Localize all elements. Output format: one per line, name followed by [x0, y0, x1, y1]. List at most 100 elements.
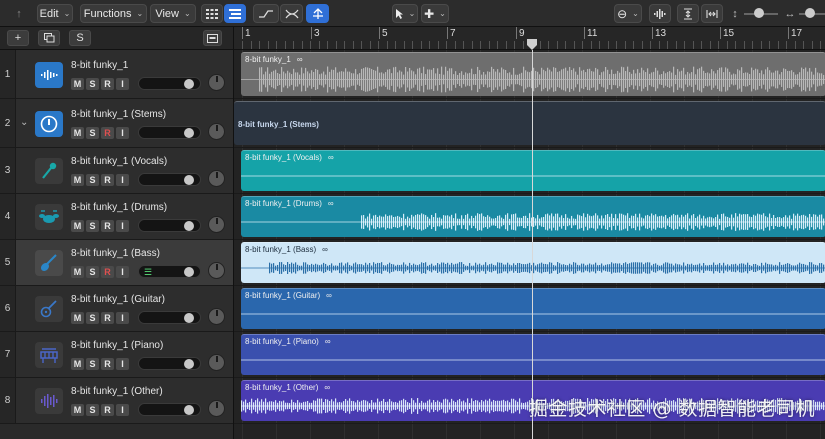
solo-button[interactable]: S	[86, 266, 99, 278]
track-header[interactable]: 1 8-bit funky_1 M S R I	[0, 50, 233, 99]
input-monitor-button[interactable]: I	[116, 266, 129, 278]
volume-fader[interactable]	[138, 173, 201, 186]
solo-button[interactable]: S	[86, 404, 99, 416]
waveform-zoom-icon[interactable]	[649, 4, 671, 23]
volume-fader[interactable]	[138, 219, 201, 232]
track-name[interactable]: 8-bit funky_1 (Piano)	[71, 340, 163, 351]
record-button[interactable]: R	[101, 77, 114, 90]
snap-menu-icon[interactable]: ⊖ ⌄	[614, 4, 642, 23]
input-monitor-button[interactable]: I	[116, 220, 129, 232]
record-button[interactable]: R	[101, 220, 114, 232]
record-button[interactable]: R	[101, 358, 114, 370]
volume-fader[interactable]: ☰	[138, 265, 201, 278]
mute-button[interactable]: M	[71, 404, 84, 416]
volume-fader[interactable]	[138, 76, 201, 90]
fader-knob[interactable]	[184, 78, 194, 89]
grid-view-icon[interactable]	[201, 4, 223, 23]
fader-knob[interactable]	[184, 267, 194, 277]
fader-knob[interactable]	[184, 359, 194, 369]
fader-knob[interactable]	[184, 221, 194, 231]
list-view-icon[interactable]	[224, 4, 246, 23]
edit-menu[interactable]: Edit ⌄	[37, 4, 73, 23]
input-monitor-button[interactable]: I	[116, 174, 129, 186]
audio-region[interactable]: 8-bit funky_1 (Drums) ∞	[241, 196, 825, 237]
track-header[interactable]: 5 8-bit funky_1 (Bass) M S R I ☰	[0, 240, 233, 286]
volume-fader[interactable]	[138, 403, 201, 416]
record-button[interactable]: R	[101, 266, 114, 278]
global-solo-button[interactable]: S	[69, 30, 91, 46]
audio-region[interactable]: 8-bit funky_1 (Stems)	[234, 101, 825, 145]
playhead[interactable]	[532, 50, 533, 439]
track-name[interactable]: 8-bit funky_1 (Drums)	[71, 202, 167, 213]
arrange-area[interactable]: 8-bit funky_1 ∞ 8-bit funky_1 (Stems) 8-bit…	[233, 50, 825, 439]
mute-button[interactable]: M	[71, 312, 84, 324]
audio-region[interactable]: 8-bit funky_1 (Vocals) ∞	[241, 150, 825, 191]
fader-knob[interactable]	[184, 127, 194, 138]
track-name[interactable]: 8-bit funky_1 (Guitar)	[71, 294, 165, 305]
duplicate-track-icon[interactable]	[38, 30, 60, 46]
record-button[interactable]: R	[101, 126, 114, 139]
audio-region[interactable]: 8-bit funky_1 (Guitar) ∞	[241, 288, 825, 329]
global-tracks-icon[interactable]	[203, 30, 222, 46]
mute-button[interactable]: M	[71, 77, 84, 90]
functions-menu[interactable]: Functions ⌄	[80, 4, 147, 23]
track-header[interactable]: 2 ⌄ 8-bit funky_1 (Stems) M S R I	[0, 99, 233, 148]
record-button[interactable]: R	[101, 312, 114, 324]
pan-knob[interactable]	[208, 122, 225, 140]
track-name[interactable]: 8-bit funky_1 (Vocals)	[71, 156, 167, 167]
view-menu[interactable]: View ⌄	[150, 4, 196, 23]
fader-knob[interactable]	[184, 175, 194, 185]
track-name[interactable]: 8-bit funky_1 (Stems)	[71, 109, 166, 120]
catch-playhead-icon[interactable]	[306, 4, 329, 23]
input-monitor-button[interactable]: I	[116, 358, 129, 370]
audio-region[interactable]: 8-bit funky_1 (Bass) ∞	[241, 242, 825, 283]
pan-knob[interactable]	[208, 308, 225, 325]
track-header[interactable]: 3 8-bit funky_1 (Vocals) M S R I	[0, 148, 233, 194]
pan-knob[interactable]	[208, 170, 225, 187]
vertical-fit-icon[interactable]	[677, 4, 699, 23]
fader-knob[interactable]	[184, 313, 194, 323]
automation-curve-icon[interactable]	[253, 4, 279, 23]
volume-fader[interactable]	[138, 311, 201, 324]
vertical-zoom-slider[interactable]	[744, 4, 778, 23]
solo-button[interactable]: S	[86, 126, 99, 139]
track-header[interactable]: 6 8-bit funky_1 (Guitar) M S R I	[0, 286, 233, 332]
playhead-handle-icon[interactable]	[526, 39, 538, 51]
audio-region[interactable]: 8-bit funky_1 ∞	[241, 52, 825, 96]
pan-knob[interactable]	[208, 262, 225, 279]
pan-knob[interactable]	[208, 73, 225, 91]
input-monitor-button[interactable]: I	[116, 404, 129, 416]
pan-knob[interactable]	[208, 216, 225, 233]
solo-button[interactable]: S	[86, 312, 99, 324]
mute-button[interactable]: M	[71, 266, 84, 278]
audio-region[interactable]: 8-bit funky_1 (Piano) ∞	[241, 334, 825, 375]
pan-knob[interactable]	[208, 354, 225, 371]
add-track-button[interactable]: +	[7, 30, 29, 46]
command-tool-icon[interactable]: ✚ ⌄	[421, 4, 449, 23]
solo-button[interactable]: S	[86, 174, 99, 186]
input-monitor-button[interactable]: I	[116, 126, 129, 139]
mute-button[interactable]: M	[71, 358, 84, 370]
track-name[interactable]: 8-bit funky_1	[71, 60, 128, 71]
solo-button[interactable]: S	[86, 77, 99, 90]
track-header[interactable]: 4 8-bit funky_1 (Drums) M S R I	[0, 194, 233, 240]
mute-button[interactable]: M	[71, 174, 84, 186]
record-button[interactable]: R	[101, 174, 114, 186]
solo-button[interactable]: S	[86, 220, 99, 232]
disclosure-chevron-icon[interactable]: ⌄	[20, 117, 28, 128]
fader-knob[interactable]	[184, 405, 194, 415]
volume-fader[interactable]	[138, 125, 201, 139]
track-name[interactable]: 8-bit funky_1 (Other)	[71, 386, 163, 397]
solo-button[interactable]: S	[86, 358, 99, 370]
track-name[interactable]: 8-bit funky_1 (Bass)	[71, 248, 160, 259]
horizontal-zoom-slider[interactable]	[799, 4, 825, 23]
back-arrow-icon[interactable]: ↑	[12, 4, 26, 23]
mute-button[interactable]: M	[71, 220, 84, 232]
horizontal-fit-icon[interactable]	[701, 4, 723, 23]
mute-button[interactable]: M	[71, 126, 84, 139]
record-button[interactable]: R	[101, 404, 114, 416]
input-monitor-button[interactable]: I	[116, 312, 129, 324]
flex-time-icon[interactable]	[280, 4, 303, 23]
input-monitor-button[interactable]: I	[116, 77, 129, 90]
pointer-tool-icon[interactable]: ⌄	[392, 4, 418, 23]
